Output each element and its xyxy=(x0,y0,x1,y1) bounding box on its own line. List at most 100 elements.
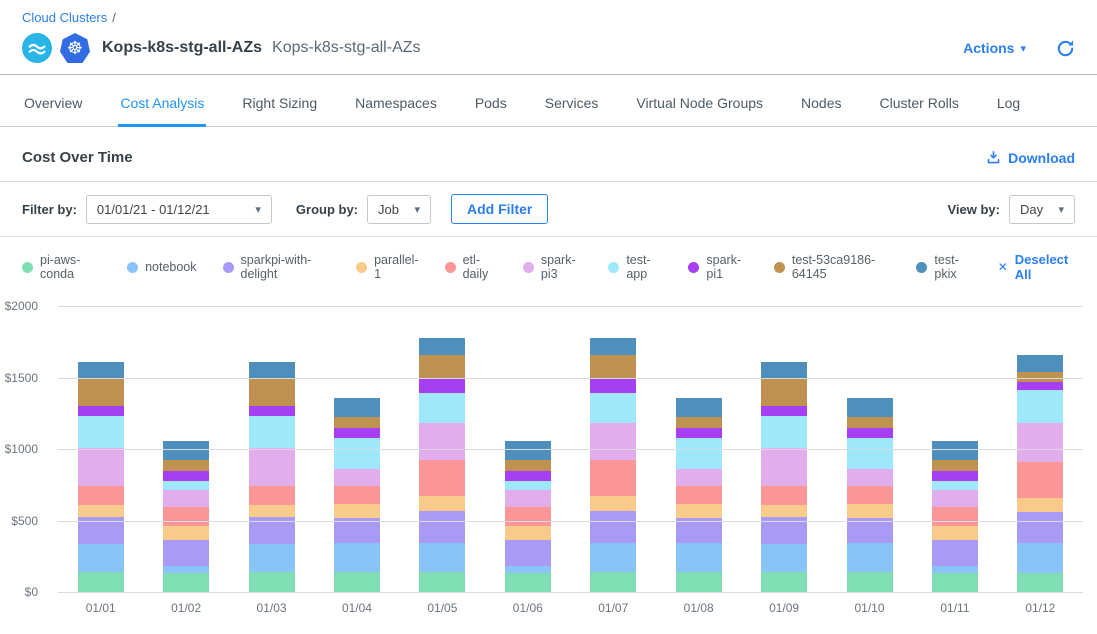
bar-segment-notebook xyxy=(676,543,722,572)
tab-log[interactable]: Log xyxy=(995,75,1022,127)
bar-segment-pi-aws-conda xyxy=(676,572,722,592)
chart-legend: pi-aws-conda notebook sparkpi-with-delight… xyxy=(0,237,1097,290)
tab-right-sizing[interactable]: Right Sizing xyxy=(240,75,319,127)
bar-segment-etl-daily xyxy=(78,486,124,505)
bar-segment-parallel-1 xyxy=(1017,498,1063,512)
download-label: Download xyxy=(1008,150,1075,166)
legend-item-etl-daily[interactable]: etl-daily xyxy=(445,253,497,281)
breadcrumb-link-cloud-clusters[interactable]: Cloud Clusters xyxy=(22,10,107,25)
tab-pods[interactable]: Pods xyxy=(473,75,509,127)
legend-item-spark-pi1[interactable]: spark-pi1 xyxy=(688,253,747,281)
bar-segment-notebook xyxy=(249,544,295,572)
actions-button[interactable]: Actions ▾ xyxy=(963,40,1026,56)
gridline xyxy=(58,521,1083,522)
bar-segment-spark-pi1 xyxy=(847,428,893,438)
legend-dot-icon xyxy=(356,262,367,273)
bar-segment-test-app xyxy=(590,393,636,424)
bar-segment-test-app xyxy=(249,416,295,447)
bar-segment-test-pkix xyxy=(676,398,722,417)
bar-segment-test-53ca9186-64145 xyxy=(249,378,295,407)
group-by-dropdown[interactable]: Job ▾ xyxy=(367,195,431,224)
stacked-bar-01-09 xyxy=(761,362,807,592)
legend-dot-icon xyxy=(523,262,534,273)
bar-segment-spark-pi1 xyxy=(761,406,807,416)
stacked-bar-01-08 xyxy=(676,398,722,592)
bar-segment-test-app xyxy=(334,438,380,469)
stacked-bar-01-07 xyxy=(590,338,636,592)
bar-segment-notebook xyxy=(163,566,209,574)
gridline xyxy=(58,449,1083,450)
date-range-dropdown[interactable]: 01/01/21 - 01/12/21 ▾ xyxy=(86,195,272,224)
tab-cluster-rolls[interactable]: Cluster Rolls xyxy=(877,75,960,127)
bar-segment-parallel-1 xyxy=(932,526,978,540)
tab-nodes[interactable]: Nodes xyxy=(799,75,843,127)
legend-label: test-app xyxy=(626,253,662,281)
chart-x-axis: 01/0101/0201/0301/0401/0501/0601/0701/08… xyxy=(58,592,1083,615)
y-axis-tick-label: $1000 xyxy=(5,442,38,456)
bar-segment-spark-pi1 xyxy=(334,428,380,438)
cluster-header: ☸ Kops-k8s-stg-all-AZs Kops-k8s-stg-all-… xyxy=(0,25,1097,75)
bar-segment-etl-daily xyxy=(676,486,722,504)
download-icon xyxy=(986,150,1001,165)
bar-segment-test-pkix xyxy=(761,362,807,378)
x-axis-tick-label: 01/09 xyxy=(741,601,826,615)
legend-item-notebook[interactable]: notebook xyxy=(127,260,196,274)
bar-segment-test-53ca9186-64145 xyxy=(419,355,465,378)
bar-segment-etl-daily xyxy=(249,486,295,505)
bar-segment-test-pkix xyxy=(932,441,978,460)
tab-namespaces[interactable]: Namespaces xyxy=(353,75,439,127)
legend-item-spark-pi3[interactable]: spark-pi3 xyxy=(523,253,582,281)
bar-segment-test-pkix xyxy=(1017,355,1063,372)
x-axis-tick-label: 01/06 xyxy=(485,601,570,615)
y-axis-tick-label: $0 xyxy=(25,585,38,599)
page-title: Kops-k8s-stg-all-AZs xyxy=(102,39,262,57)
bar-segment-test-53ca9186-64145 xyxy=(505,460,551,471)
bar-segment-etl-daily xyxy=(761,486,807,505)
legend-label: spark-pi3 xyxy=(541,253,582,281)
download-button[interactable]: Download xyxy=(986,150,1075,166)
bar-segment-sparkpi-with-delight xyxy=(932,540,978,566)
stacked-bar-01-02 xyxy=(163,441,209,592)
y-axis-tick-label: $2000 xyxy=(5,299,38,313)
bar-segment-sparkpi-with-delight xyxy=(847,518,893,543)
stacked-bar-01-01 xyxy=(78,362,124,592)
legend-item-test-pkix[interactable]: test-pkix xyxy=(916,253,971,281)
bar-segment-spark-pi3 xyxy=(505,490,551,507)
bar-segment-parallel-1 xyxy=(505,526,551,540)
bar-segment-parallel-1 xyxy=(676,504,722,518)
bar-segment-test-pkix xyxy=(78,362,124,378)
legend-item-parallel-1[interactable]: parallel-1 xyxy=(356,253,418,281)
bar-segment-notebook xyxy=(847,543,893,572)
bar-segment-notebook xyxy=(505,566,551,574)
tab-virtual-node-groups[interactable]: Virtual Node Groups xyxy=(634,75,765,127)
bar-segment-parallel-1 xyxy=(249,505,295,517)
legend-item-test-app[interactable]: test-app xyxy=(608,253,662,281)
tab-overview[interactable]: Overview xyxy=(22,75,84,127)
add-filter-button[interactable]: Add Filter xyxy=(451,194,548,224)
gridline xyxy=(58,592,1083,593)
bar-segment-spark-pi3 xyxy=(78,448,124,487)
bar-segment-parallel-1 xyxy=(163,526,209,540)
date-range-value: 01/01/21 - 01/12/21 xyxy=(97,202,210,217)
tab-services[interactable]: Services xyxy=(543,75,601,127)
legend-item-sparkpi-with-delight[interactable]: sparkpi-with-delight xyxy=(223,253,331,281)
bar-segment-sparkpi-with-delight xyxy=(1017,512,1063,543)
chevron-down-icon: ▾ xyxy=(1020,42,1026,55)
bar-segment-spark-pi3 xyxy=(249,448,295,487)
bar-segment-notebook xyxy=(1017,543,1063,573)
bar-segment-pi-aws-conda xyxy=(590,572,636,592)
view-by-dropdown[interactable]: Day ▾ xyxy=(1009,195,1075,224)
chart-plot-area xyxy=(58,306,1083,592)
gridline xyxy=(58,306,1083,307)
legend-item-pi-aws-conda[interactable]: pi-aws-conda xyxy=(22,253,101,281)
refresh-icon[interactable] xyxy=(1056,39,1075,58)
stacked-bar-01-04 xyxy=(334,398,380,592)
deselect-all-button[interactable]: ✕ Deselect All xyxy=(998,252,1075,282)
bar-segment-test-app xyxy=(676,438,722,469)
legend-item-test-53ca9186-64145[interactable]: test-53ca9186-64145 xyxy=(774,253,891,281)
breadcrumb: Cloud Clusters/ xyxy=(0,0,1097,25)
bar-segment-test-app xyxy=(932,481,978,490)
bar-segment-test-pkix xyxy=(847,398,893,417)
bar-segment-test-pkix xyxy=(590,338,636,356)
tab-cost-analysis[interactable]: Cost Analysis xyxy=(118,75,206,127)
